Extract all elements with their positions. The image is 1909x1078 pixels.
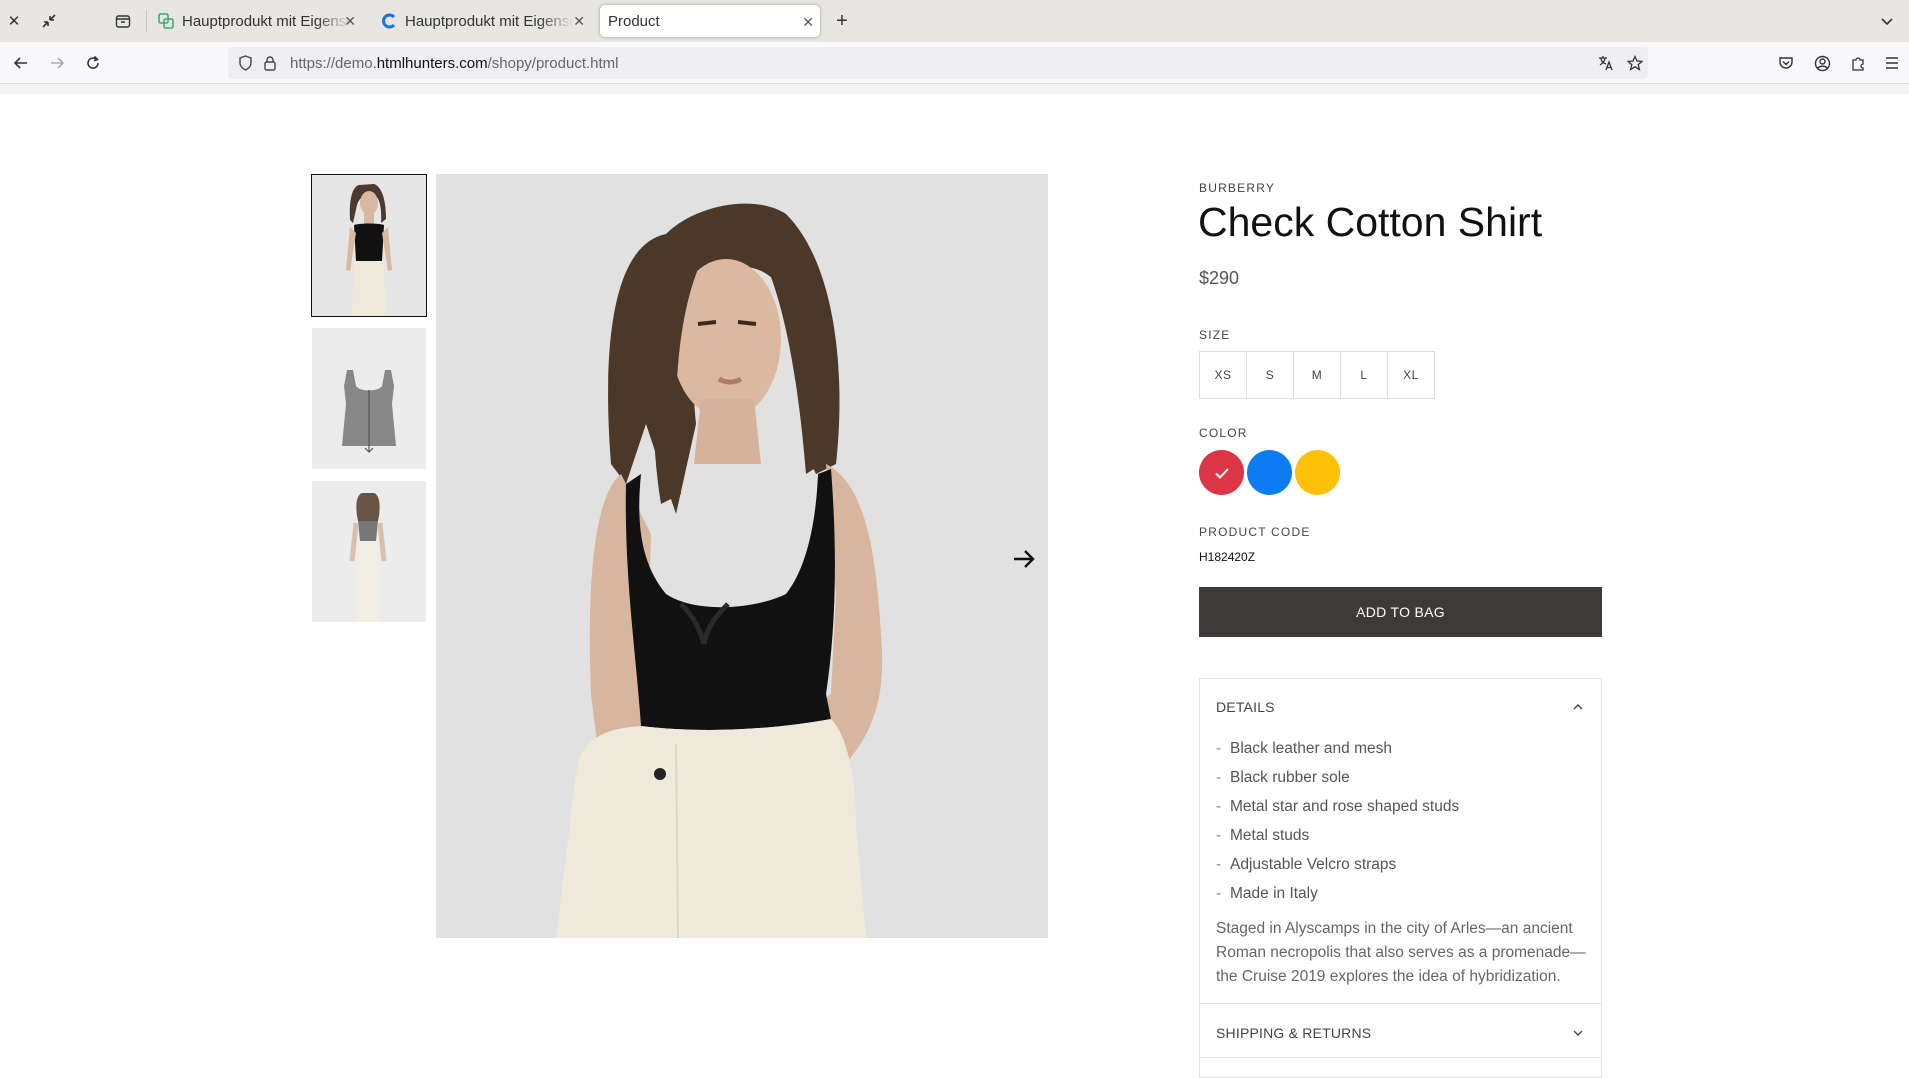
- accordion-divider: [1200, 1003, 1601, 1004]
- chevron-down-icon[interactable]: [1571, 1026, 1585, 1040]
- tab-close-icon[interactable]: ✕: [802, 14, 814, 31]
- tab-title: Hauptprodukt mit Eigenschaften: [182, 12, 350, 30]
- url-path: /shopy/product.html: [487, 55, 619, 72]
- url-text[interactable]: https://demo.htmlhunters.com/shopy/produ…: [290, 55, 619, 72]
- top-flatlay-image: [312, 328, 426, 469]
- tab-close-icon[interactable]: ✕: [344, 13, 356, 30]
- color-swatch-red[interactable]: [1199, 450, 1244, 495]
- main-product-image[interactable]: [436, 174, 1048, 938]
- tab-title: Product: [608, 12, 660, 30]
- next-image-arrow-icon[interactable]: [1010, 545, 1038, 573]
- list-item-text: Metal studs: [1230, 826, 1310, 844]
- browser-nav-bar: https://demo.htmlhunters.com/shopy/produ…: [0, 42, 1909, 84]
- tab-title: Hauptprodukt mit Eigenschaften: [405, 12, 573, 30]
- list-item: - Adjustable Velcro straps: [1216, 855, 1397, 873]
- color-label: COLOR: [1199, 426, 1248, 440]
- list-item: - Black rubber sole: [1216, 768, 1350, 786]
- tab-hauptprodukt-1[interactable]: Hauptprodukt mit Eigenschaften ✕: [150, 4, 362, 38]
- list-item: - Metal studs: [1216, 826, 1310, 844]
- shield-icon[interactable]: [234, 52, 256, 74]
- product-title: Check Cotton Shirt: [1198, 199, 1543, 245]
- size-option-l[interactable]: L: [1340, 351, 1388, 399]
- size-option-m[interactable]: M: [1293, 351, 1341, 399]
- shipping-accordion-header[interactable]: SHIPPING & RETURNS: [1216, 1025, 1371, 1041]
- add-to-bag-button[interactable]: ADD TO BAG: [1199, 587, 1602, 637]
- tab-product[interactable]: Product ✕: [599, 4, 821, 38]
- details-accordion: DETAILS - Black leather and mesh - Black r…: [1199, 678, 1602, 1078]
- close-window-icon[interactable]: ✕: [3, 10, 25, 32]
- new-tab-icon[interactable]: +: [831, 10, 853, 32]
- product-code-label: PRODUCT CODE: [1199, 525, 1311, 539]
- model-front-image: [312, 175, 426, 316]
- color-swatch-yellow[interactable]: [1295, 450, 1340, 495]
- product-price: $290: [1199, 268, 1240, 288]
- size-selector: XS S M L XL: [1199, 351, 1435, 399]
- size-label: SIZE: [1199, 328, 1231, 342]
- thumbnail-2[interactable]: [312, 328, 426, 469]
- color-selector: [1199, 450, 1343, 495]
- list-item: - Metal star and rose shaped studs: [1216, 797, 1460, 815]
- details-description: Staged in Alyscamps in the city of Arles…: [1216, 920, 1586, 985]
- size-option-xs[interactable]: XS: [1199, 351, 1247, 399]
- lock-icon[interactable]: [259, 52, 281, 74]
- tab-separator: [146, 10, 147, 32]
- list-item-text: Black leather and mesh: [1230, 739, 1392, 757]
- details-accordion-header[interactable]: DETAILS: [1216, 699, 1275, 715]
- thumbnail-1[interactable]: [311, 174, 427, 317]
- product-brand: BURBERRY: [1199, 181, 1276, 195]
- url-prefix: https://demo.: [290, 55, 377, 72]
- list-item-text: Metal star and rose shaped studs: [1230, 797, 1460, 815]
- tab-tray-icon[interactable]: [112, 10, 134, 32]
- thumbnail-3[interactable]: [312, 481, 426, 622]
- list-item-text: Made in Italy: [1230, 884, 1318, 902]
- checkmark-icon: [1199, 450, 1244, 495]
- favicon-icon: [158, 13, 174, 29]
- model-photo: [436, 174, 1048, 938]
- list-item: - Made in Italy: [1216, 884, 1318, 902]
- color-swatch-blue[interactable]: [1247, 450, 1292, 495]
- reload-icon[interactable]: [82, 52, 104, 74]
- product-code: H182420Z: [1199, 550, 1256, 564]
- size-option-s[interactable]: S: [1246, 351, 1294, 399]
- list-item-text: Adjustable Velcro straps: [1230, 855, 1397, 873]
- list-item-text: Black rubber sole: [1230, 768, 1350, 786]
- model-back-image: [312, 481, 426, 622]
- tab-list-chevron-icon[interactable]: [1876, 10, 1898, 32]
- browser-tab-bar: ✕ Hauptprodukt mit Eigenschaften ✕ Haupt…: [0, 0, 1909, 42]
- account-icon[interactable]: [1811, 52, 1833, 74]
- details-list: - Black leather and mesh - Black rubber so…: [1216, 734, 1459, 908]
- favicon-icon: [382, 13, 396, 29]
- forward-icon[interactable]: [46, 52, 68, 74]
- tab-close-icon[interactable]: ✕: [573, 13, 585, 30]
- bookmark-star-icon[interactable]: [1624, 52, 1646, 74]
- chevron-up-icon[interactable]: [1571, 700, 1585, 714]
- collapse-icon[interactable]: [38, 10, 60, 32]
- extensions-icon[interactable]: [1847, 52, 1869, 74]
- url-domain: htmlhunters.com: [376, 55, 488, 72]
- size-option-xl[interactable]: XL: [1387, 351, 1435, 399]
- pocket-icon[interactable]: [1775, 52, 1797, 74]
- url-bar[interactable]: https://demo.htmlhunters.com/shopy/produ…: [228, 47, 1648, 79]
- list-item: - Black leather and mesh: [1216, 739, 1392, 757]
- tab-hauptprodukt-2[interactable]: Hauptprodukt mit Eigenschaften ✕: [373, 4, 591, 38]
- back-icon[interactable]: [10, 52, 32, 74]
- page-top-strip: [0, 84, 1909, 94]
- accordion-divider: [1200, 1057, 1601, 1058]
- translate-icon[interactable]: [1595, 52, 1617, 74]
- menu-icon[interactable]: [1881, 52, 1903, 74]
